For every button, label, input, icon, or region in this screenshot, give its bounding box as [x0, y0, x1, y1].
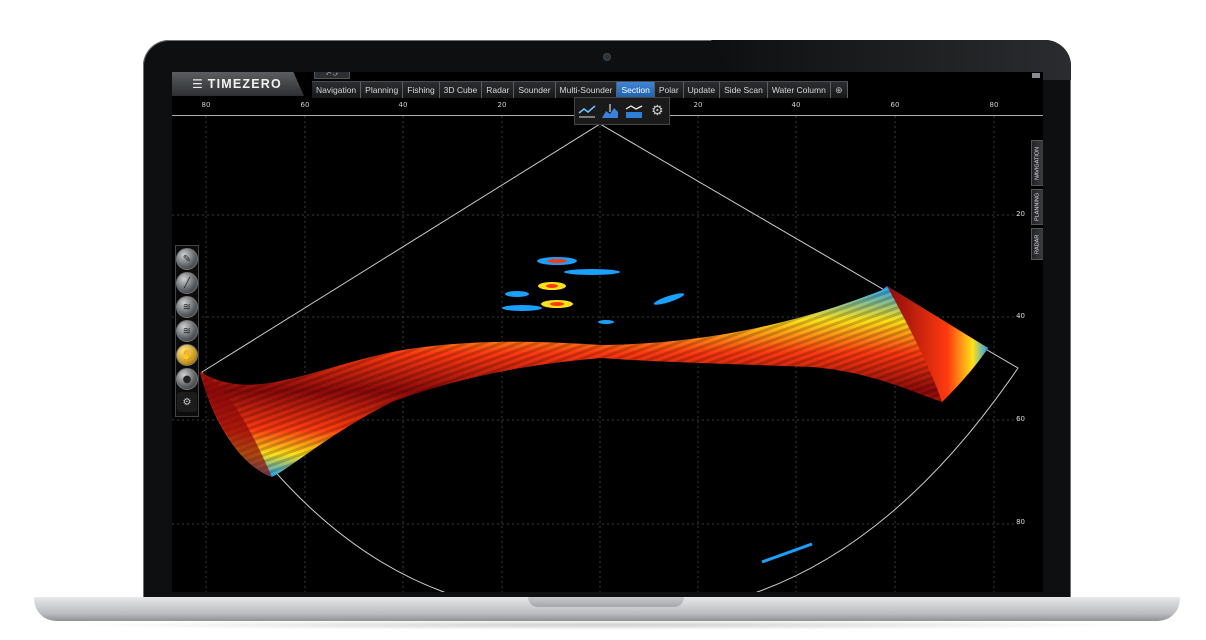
hand-icon[interactable]: ✋	[176, 344, 198, 366]
fish-target	[502, 305, 542, 311]
layer-icon[interactable]: ≋	[176, 296, 198, 318]
section-grid-icon[interactable]	[624, 101, 644, 121]
depth-label: 20	[1016, 210, 1025, 218]
seabed-echo-texture	[200, 286, 988, 477]
fish-target	[598, 320, 614, 324]
side-panel-tabs: NAVIGATION PLANNING RADAR	[1031, 140, 1043, 263]
fish-target	[564, 269, 620, 275]
depth-label: 40	[1016, 312, 1025, 320]
depth-label: 80	[1016, 518, 1025, 526]
sonar-section-view[interactable]	[172, 72, 1043, 592]
webcam-icon	[603, 53, 611, 61]
laptop-opening-notch	[528, 597, 684, 607]
app-screen: ☰ TIMEZERO ⤺ ⤻ Navigation Planning Fishi…	[172, 72, 1043, 592]
section-bottom-icon[interactable]	[600, 101, 620, 121]
side-tab-radar[interactable]: RADAR	[1031, 228, 1043, 260]
depth-label: 60	[1016, 415, 1025, 423]
layer-dim-icon[interactable]: ≋	[176, 320, 198, 342]
fish-target	[653, 293, 685, 305]
side-tab-navigation[interactable]: NAVIGATION	[1031, 140, 1043, 186]
fish-target	[505, 291, 529, 297]
laptop-shadow	[60, 620, 1150, 630]
probe-icon[interactable]: ✎	[176, 248, 198, 270]
fish-target-deep	[761, 542, 813, 564]
settings-gear-icon[interactable]: ⚙	[647, 101, 667, 121]
fish-target-core	[546, 284, 558, 288]
section-profile-icon[interactable]	[577, 101, 597, 121]
left-tool-palette: ✎ ╱ ≋ ≋ ✋ ● ⚙	[175, 245, 199, 417]
fish-target-core	[550, 302, 564, 306]
gear-icon[interactable]: ⚙	[177, 392, 197, 412]
section-toolbar: ⚙	[574, 97, 670, 125]
fish-target-core	[547, 259, 567, 263]
circle-icon[interactable]: ●	[176, 368, 198, 390]
pen-icon[interactable]: ╱	[176, 272, 198, 294]
side-tab-planning[interactable]: PLANNING	[1031, 189, 1043, 225]
